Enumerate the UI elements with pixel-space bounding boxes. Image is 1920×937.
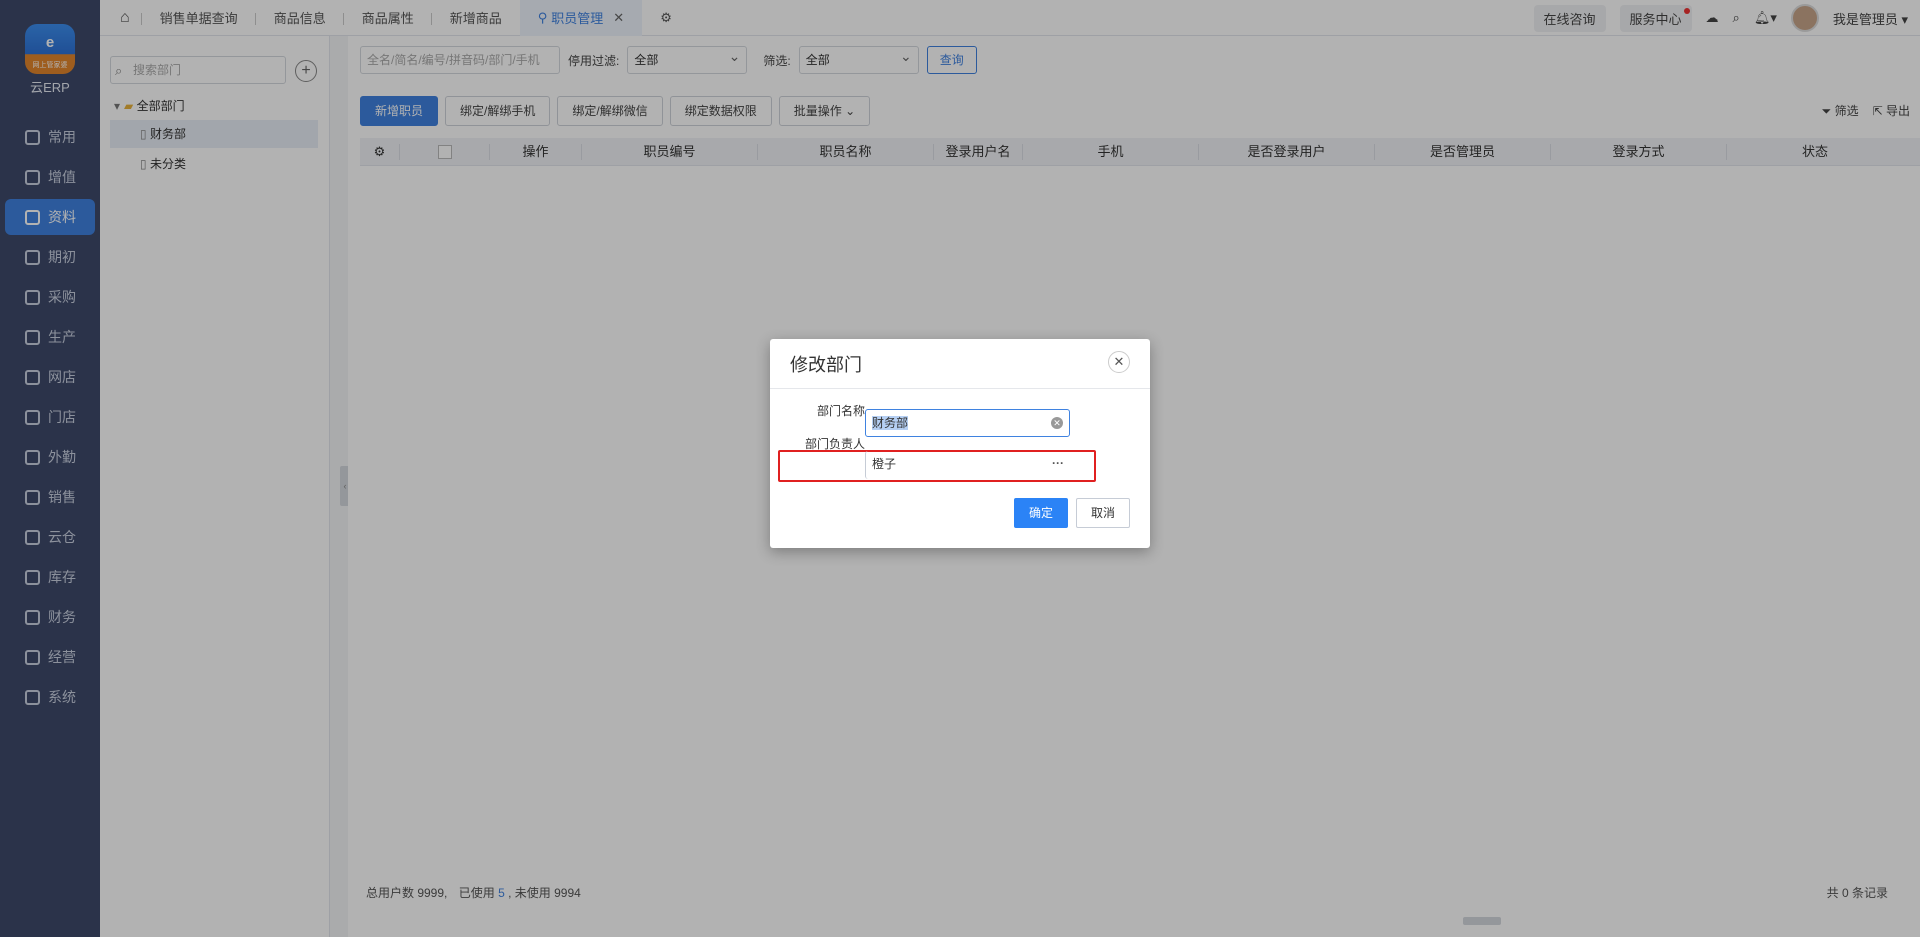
edit-department-dialog: 修改部门 ✕ 部门名称 财务部 ✕ 部门负责人 橙子 ··· 确定 取消 — [770, 339, 1150, 548]
cancel-button[interactable]: 取消 — [1076, 498, 1130, 528]
dialog-divider — [770, 388, 1150, 389]
dept-name-label: 部门名称 — [816, 404, 865, 418]
dialog-title: 修改部门 — [790, 355, 862, 375]
dept-name-value: 财务部 — [872, 416, 909, 430]
more-icon[interactable]: ··· — [1052, 450, 1064, 476]
dept-manager-label: 部门负责人 — [805, 437, 866, 451]
dept-manager-field[interactable]: 橙子 ··· — [865, 451, 1070, 479]
clear-icon[interactable]: ✕ — [1051, 417, 1063, 429]
dept-name-field[interactable]: 财务部 ✕ — [865, 409, 1070, 437]
dept-manager-value: 橙子 — [872, 457, 897, 471]
close-icon[interactable]: ✕ — [1108, 351, 1130, 373]
confirm-button[interactable]: 确定 — [1014, 498, 1068, 528]
